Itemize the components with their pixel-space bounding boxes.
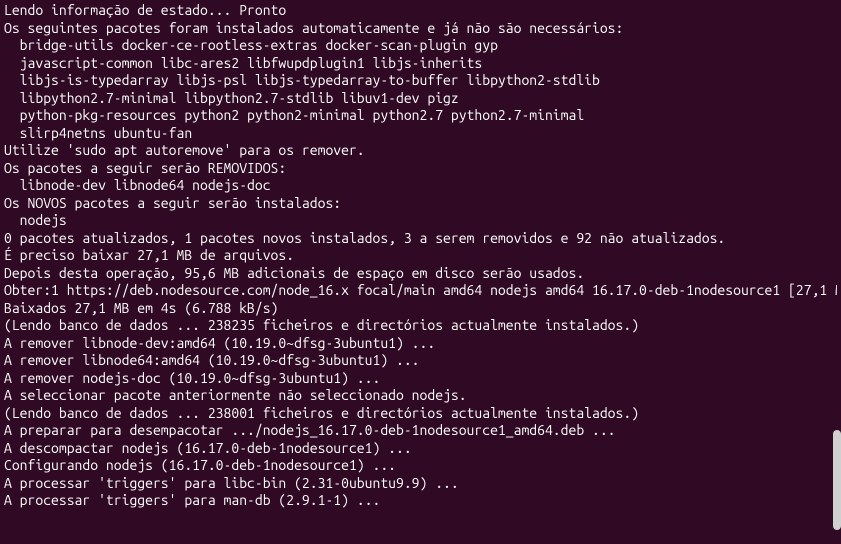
terminal-line: bridge-utils docker-ce-rootless-extras d… <box>4 37 837 55</box>
terminal-line: É preciso baixar 27,1 MB de arquivos. <box>4 247 837 265</box>
terminal-line: Depois desta operação, 95,6 MB adicionai… <box>4 265 837 283</box>
scrollbar-thumb[interactable] <box>833 430 841 530</box>
terminal-line: A seleccionar pacote anteriormente não s… <box>4 387 837 405</box>
terminal-line: A processar 'triggers' para man-db (2.9.… <box>4 492 837 510</box>
terminal-line: libjs-is-typedarray libjs-psl libjs-type… <box>4 72 837 90</box>
terminal-line: Os pacotes a seguir serão REMOVIDOS: <box>4 160 837 178</box>
terminal-line: A remover libnode-dev:amd64 (10.19.0~dfs… <box>4 335 837 353</box>
terminal-line: (Lendo banco de dados ... 238235 ficheir… <box>4 317 837 335</box>
terminal-line: libnode-dev libnode64 nodejs-doc <box>4 177 837 195</box>
scrollbar-track[interactable] <box>831 0 841 544</box>
terminal-line: Baixados 27,1 MB em 4s (6.788 kB/s) <box>4 300 837 318</box>
terminal-line: A descompactar nodejs (16.17.0-deb-1node… <box>4 440 837 458</box>
terminal-line: nodejs <box>4 212 837 230</box>
terminal-line: Os NOVOS pacotes a seguir serão instalad… <box>4 195 837 213</box>
terminal-line: Configurando nodejs (16.17.0-deb-1nodeso… <box>4 457 837 475</box>
terminal-line: (Lendo banco de dados ... 238001 ficheir… <box>4 405 837 423</box>
terminal-line: A remover nodejs-doc (10.19.0~dfsg-3ubun… <box>4 370 837 388</box>
terminal-line: Lendo informação de estado... Pronto <box>4 2 837 20</box>
terminal-line: python-pkg-resources python2 python2-min… <box>4 107 837 125</box>
terminal-line: javascript-common libc-ares2 libfwupdplu… <box>4 55 837 73</box>
terminal-line: A remover libnode64:amd64 (10.19.0~dfsg-… <box>4 352 837 370</box>
terminal-line: 0 pacotes atualizados, 1 pacotes novos i… <box>4 230 837 248</box>
terminal-output[interactable]: Lendo informação de estado... ProntoOs s… <box>4 2 837 542</box>
terminal-line: A preparar para desempacotar .../nodejs_… <box>4 422 837 440</box>
terminal-line: A processar 'triggers' para libc-bin (2.… <box>4 475 837 493</box>
terminal-line: Obter:1 https://deb.nodesource.com/node_… <box>4 282 837 300</box>
terminal-line: slirp4netns ubuntu-fan <box>4 125 837 143</box>
terminal-line: Os seguintes pacotes foram instalados au… <box>4 20 837 38</box>
terminal-line: libpython2.7-minimal libpython2.7-stdlib… <box>4 90 837 108</box>
terminal-line: Utilize 'sudo apt autoremove' para os re… <box>4 142 837 160</box>
